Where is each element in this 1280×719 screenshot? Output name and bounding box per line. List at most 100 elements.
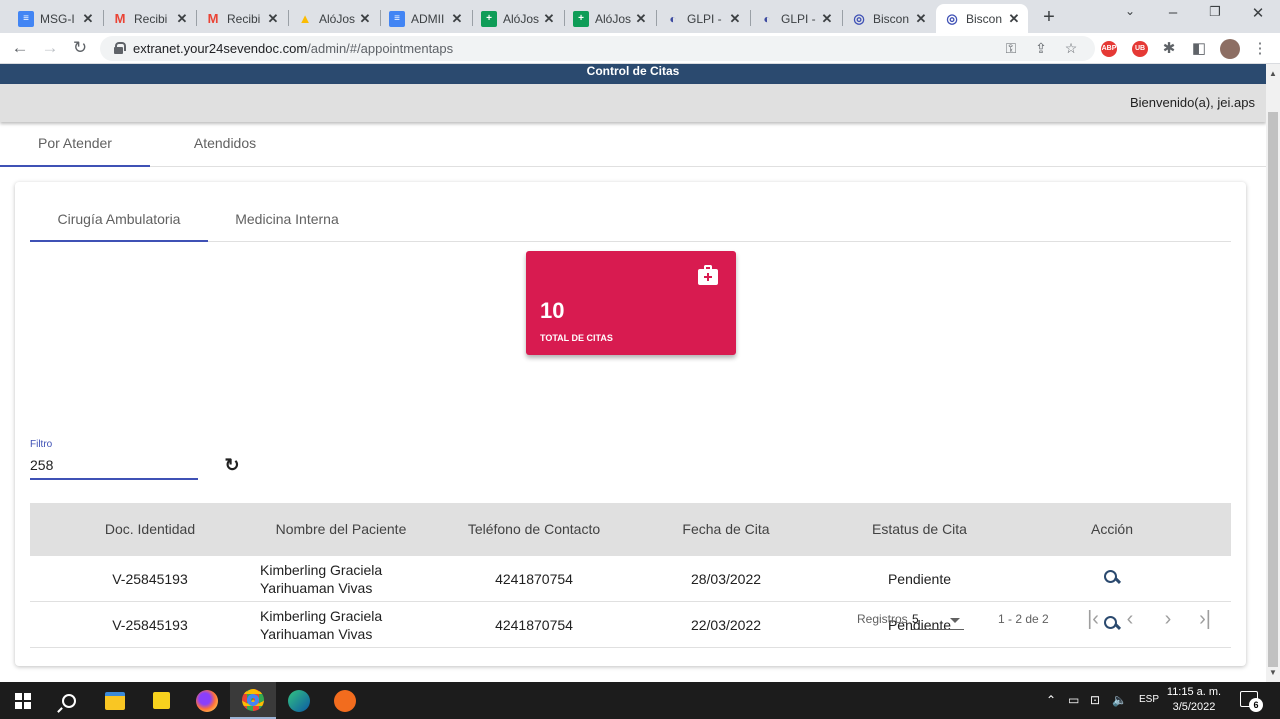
page-size-select[interactable]: 5 xyxy=(912,610,964,630)
edge-button[interactable] xyxy=(276,682,322,719)
firefox-button[interactable] xyxy=(184,682,230,719)
page-title: Control de Citas xyxy=(586,64,680,78)
browser-tab[interactable]: ▲ AlóJos ✕ xyxy=(289,4,379,33)
scrollbar[interactable]: ▲ ▼ xyxy=(1266,64,1280,682)
browser-tab[interactable]: M Recibi ✕ xyxy=(104,4,196,33)
phone-cell: 4241870754 xyxy=(495,571,573,587)
page-size-value: 5 xyxy=(912,612,919,626)
first-page-icon[interactable]: |‹ xyxy=(1081,608,1105,631)
volume-icon[interactable]: 🔈 xyxy=(1112,693,1127,707)
firefox-icon xyxy=(196,689,218,712)
close-icon[interactable]: ✕ xyxy=(357,11,373,27)
browser-tab[interactable]: + AlóJos ✕ xyxy=(565,4,655,33)
taskbar: ⌃ ▭ ⊡ 🔈 ESP 11:15 a. m. 3/5/2022 6 xyxy=(0,682,1280,719)
start-button[interactable] xyxy=(0,682,46,719)
key-icon[interactable]: ⚿ xyxy=(1002,40,1020,57)
last-page-icon[interactable]: ›| xyxy=(1193,608,1217,631)
browser-tab[interactable]: ◎ Biscon ✕ xyxy=(843,4,935,33)
share-icon[interactable]: ⇪ xyxy=(1032,40,1050,57)
address-bar: ← → ↻ extranet.your24sevendoc.com/admin/… xyxy=(0,33,1280,64)
glpi-icon: ◐ xyxy=(763,11,771,26)
scroll-up-icon[interactable]: ▲ xyxy=(1266,67,1280,81)
main-tabs: Por Atender Atendidos xyxy=(0,122,1266,167)
network-icon[interactable]: ⊡ xyxy=(1090,693,1100,707)
close-icon[interactable]: ✕ xyxy=(449,11,465,27)
total-citas-card: 10 TOTAL DE CITAS xyxy=(526,251,736,355)
language-indicator[interactable]: ESP xyxy=(1139,694,1159,705)
close-icon[interactable]: ✕ xyxy=(727,11,743,27)
sheets-icon: + xyxy=(481,10,497,27)
close-icon[interactable]: ✕ xyxy=(80,11,96,27)
close-icon[interactable]: ✕ xyxy=(819,11,835,27)
name-line: Yarihuaman Vivas xyxy=(260,580,373,596)
clock[interactable]: 11:15 a. m. 3/5/2022 xyxy=(1164,685,1224,715)
file-explorer-button[interactable] xyxy=(92,682,138,719)
browser-tab[interactable]: ≡ MSG-I ✕ xyxy=(10,4,102,33)
restore-icon[interactable]: ❐ xyxy=(1205,4,1225,20)
menu-dots-icon[interactable]: ⋮ xyxy=(1251,39,1269,57)
tab-title: Recibi xyxy=(227,11,261,26)
search-button[interactable] xyxy=(46,682,92,719)
browser-tab[interactable]: ≡ ADMII ✕ xyxy=(381,4,471,33)
refresh-icon[interactable]: ↻ xyxy=(222,455,242,475)
lock-icon xyxy=(114,42,126,54)
tab-por-atender[interactable]: Por Atender xyxy=(0,122,150,167)
sticky-notes-button[interactable] xyxy=(138,682,184,719)
browser-tab[interactable]: ◐ GLPI - ✕ xyxy=(657,4,749,33)
close-icon[interactable]: ✕ xyxy=(633,11,649,27)
tab-title: GLPI - xyxy=(781,11,816,26)
browser-tab[interactable]: M Recibi ✕ xyxy=(197,4,287,33)
next-page-icon[interactable]: › xyxy=(1156,608,1180,631)
chrome-button[interactable] xyxy=(230,682,276,719)
close-icon[interactable]: ✕ xyxy=(265,11,281,27)
forward-icon[interactable]: → xyxy=(40,38,60,58)
scroll-thumb[interactable] xyxy=(1268,112,1278,667)
app-button[interactable] xyxy=(322,682,368,719)
search-icon[interactable] xyxy=(1103,569,1121,587)
filter-input[interactable] xyxy=(30,453,198,480)
url-host: extranet.your24sevendoc.com xyxy=(133,41,308,56)
scroll-down-icon[interactable]: ▼ xyxy=(1266,666,1280,680)
bookmark-star-icon[interactable]: ☆ xyxy=(1062,40,1080,57)
url-field[interactable]: extranet.your24sevendoc.com/admin/#/appo… xyxy=(100,36,1095,61)
back-icon[interactable]: ← xyxy=(10,38,30,58)
welcome-bar: Bienvenido(a), jei.aps xyxy=(0,84,1266,122)
tab-cirugia-ambulatoria[interactable]: Cirugía Ambulatoria xyxy=(30,196,208,242)
welcome-text: Bienvenido(a), jei.aps xyxy=(1129,95,1255,110)
close-icon[interactable]: ✕ xyxy=(174,11,190,27)
previous-page-icon[interactable]: ‹ xyxy=(1118,608,1142,631)
docs-icon: ≡ xyxy=(18,10,34,27)
column-header: Teléfono de Contacto xyxy=(467,521,601,537)
reload-icon[interactable]: ↻ xyxy=(70,38,90,58)
tab-search-icon[interactable]: ⌄ xyxy=(1120,4,1140,18)
battery-icon[interactable]: ▭ xyxy=(1068,693,1079,707)
table-header: Doc. Identidad Nombre del Paciente Teléf… xyxy=(30,503,1231,556)
tab-title: AlóJos xyxy=(503,11,540,26)
profile-avatar[interactable] xyxy=(1220,39,1240,59)
adblock-extension-icon[interactable]: ABP xyxy=(1101,41,1117,57)
glpi-icon: ◐ xyxy=(669,11,677,26)
tab-atendidos[interactable]: Atendidos xyxy=(150,122,300,167)
close-icon[interactable]: ✕ xyxy=(1006,11,1022,27)
browser-tab[interactable]: + AlóJos ✕ xyxy=(473,4,563,33)
medical-kit-icon xyxy=(698,265,718,285)
close-icon[interactable]: ✕ xyxy=(913,11,929,27)
close-window-icon[interactable]: ✕ xyxy=(1248,4,1268,22)
close-icon[interactable]: ✕ xyxy=(541,11,557,27)
browser-tab[interactable]: ◐ GLPI - ✕ xyxy=(751,4,841,33)
tab-title: MSG-I xyxy=(40,11,75,26)
tab-medicina-interna[interactable]: Medicina Interna xyxy=(208,196,366,242)
docs-icon: ≡ xyxy=(389,10,405,27)
new-tab-button[interactable]: + xyxy=(1040,6,1058,29)
windows-icon xyxy=(15,692,31,709)
date-cell: 28/03/2022 xyxy=(690,571,762,587)
table-row: V-25845193 Kimberling Graciela Yarihuaman… xyxy=(30,556,1231,602)
browser-tab-active[interactable]: ◎ Biscon ✕ xyxy=(936,4,1028,33)
extensions-puzzle-icon[interactable]: ✱ xyxy=(1160,39,1178,57)
chevron-up-icon[interactable]: ⌃ xyxy=(1046,693,1056,707)
ublock-extension-icon[interactable]: UB xyxy=(1132,41,1148,57)
name-cell: Kimberling Graciela Yarihuaman Vivas xyxy=(260,561,430,597)
minimize-icon[interactable]: – xyxy=(1163,4,1183,21)
sidepanel-icon[interactable]: ◧ xyxy=(1190,39,1208,57)
url-path: /admin/#/appointmentaps xyxy=(307,41,454,56)
